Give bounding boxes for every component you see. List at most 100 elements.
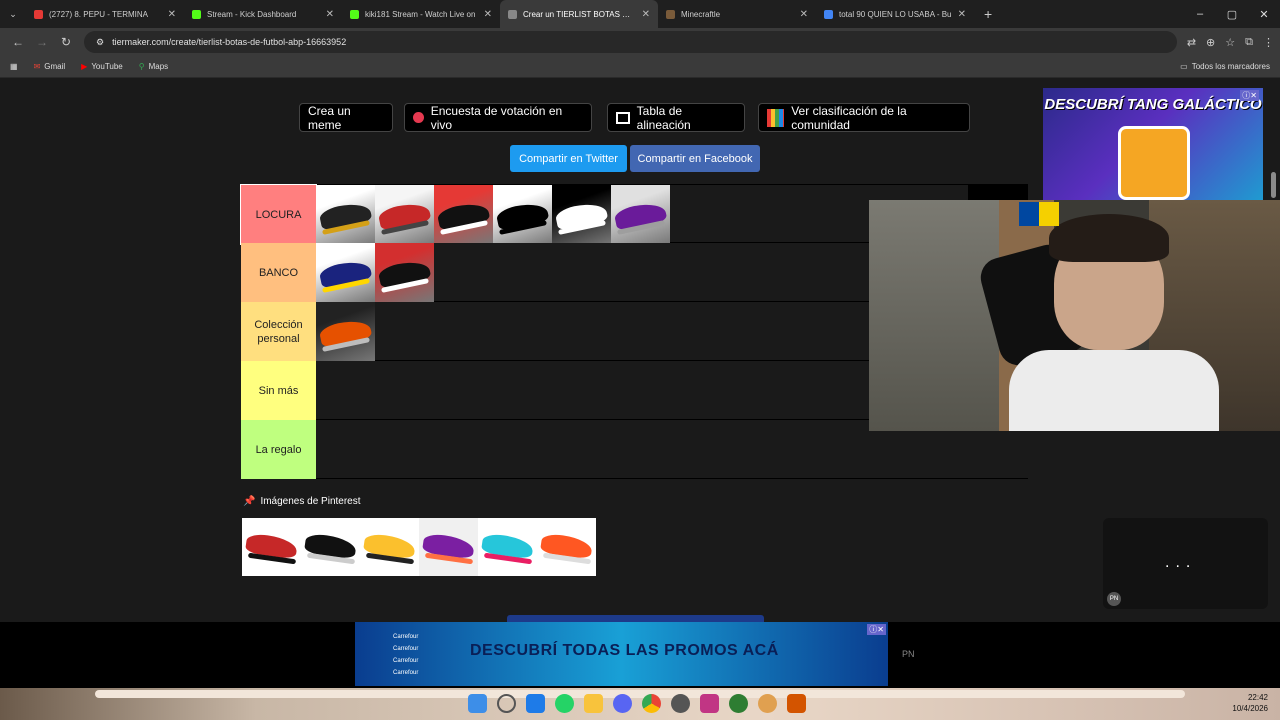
instagram-icon[interactable] [700,694,719,713]
ad-info-icon[interactable]: ⓘ✕ [1240,90,1259,101]
folder-icon: ▭ [1180,62,1188,71]
tab-favicon-icon [350,9,359,19]
site-info-icon[interactable]: ⚙ [96,37,104,48]
pn-badge-icon: PN [1107,592,1121,606]
browser-tab[interactable]: (2727) 8. PEPU - TERMINA ✕ [26,0,184,28]
shoe-image[interactable] [434,185,493,244]
loading-dots: ... [1165,554,1197,571]
streamer-hair [1049,214,1169,262]
scrollbar-thumb[interactable] [1271,172,1276,198]
browser-tab[interactable]: Stream - Kick Dashboard ✕ [184,0,342,28]
discord-icon[interactable] [613,694,632,713]
url-text: tiermaker.com/create/tierlist-botas-de-f… [112,37,347,47]
tier-label[interactable]: La regalo [241,420,316,479]
tier-label[interactable]: LOCURA [240,184,317,245]
shoe-image[interactable] [375,243,434,302]
forward-icon[interactable]: → [30,35,54,49]
browser-actions: ⇄ ⊕ ☆ ⧉ ⋮ [1187,36,1274,49]
grid-icon [616,111,630,124]
ad-close-icon[interactable]: ⓘ✕ [867,624,886,635]
translate-icon[interactable]: ⇄ [1187,36,1196,49]
tab-close-icon[interactable]: ✕ [800,9,808,20]
ad-banner-top[interactable]: DESCUBRÍ TANG GALÁCTICO ⓘ✕ [1043,88,1263,200]
extensions-icon[interactable]: ⧉ [1245,36,1253,49]
tab-close-icon[interactable]: ✕ [326,9,334,20]
bookmark-star-icon[interactable]: ☆ [1225,36,1235,49]
clock[interactable]: 22:42 10/4/2026 [1232,692,1268,714]
apps-icon[interactable]: ▦ [10,62,18,71]
pinterest-shoe-image[interactable] [301,518,360,576]
new-tab-button[interactable]: + [984,6,992,22]
shoe-image[interactable] [552,185,611,244]
minimize-icon[interactable]: – [1184,8,1216,20]
navigation-bar: ← → ↻ ⚙ tiermaker.com/create/tierlist-bo… [0,28,1280,56]
pinterest-shoe-image[interactable] [419,518,478,576]
tier-items [316,185,670,244]
shoe-image[interactable] [375,185,434,244]
maximize-icon[interactable]: ▢ [1216,8,1248,21]
share-twitter-button[interactable]: Compartir en Twitter [510,145,627,172]
community-ranking-button[interactable]: Ver clasificación de la comunidad [758,103,970,132]
all-bookmarks[interactable]: ▭ Todos los marcadores [1180,62,1270,71]
tabs: (2727) 8. PEPU - TERMINA ✕ Stream - Kick D… [26,0,974,28]
defender-icon[interactable] [526,694,545,713]
gmail-icon: ✉ [33,62,41,71]
shoe-image[interactable] [316,185,375,244]
tab-favicon-icon [824,9,833,19]
bookmark-youtube[interactable]: ▶ YouTube [81,62,123,71]
pinterest-images [242,518,596,576]
tier-items [316,302,375,361]
back-icon[interactable]: ← [6,35,30,49]
create-meme-button[interactable]: Crea un meme [299,103,393,132]
shoe-image[interactable] [611,185,670,244]
pinterest-shoe-image[interactable] [360,518,419,576]
pinterest-shoe-image[interactable] [537,518,596,576]
maps-icon: ⚲ [138,62,145,71]
lineup-table-button[interactable]: Tabla de alineación [607,103,745,132]
browser-tab[interactable]: total 90 QUIEN LO USABA - Bu ✕ [816,0,974,28]
app-icon-3[interactable] [787,694,806,713]
app-icon-2[interactable] [758,694,777,713]
streamer-shirt [1009,350,1219,431]
load-more-tab[interactable] [507,615,764,622]
bookmark-gmail[interactable]: ✉ Gmail [34,62,66,71]
file-explorer-icon[interactable] [584,694,603,713]
tab-close-icon[interactable]: ✕ [642,9,650,20]
tab-title: (2727) 8. PEPU - TERMINA [49,9,148,19]
tab-close-icon[interactable]: ✕ [958,9,966,20]
live-poll-button[interactable]: Encuesta de votación en vivo [404,103,592,132]
share-facebook-button[interactable]: Compartir en Facebook [630,145,760,172]
start-icon[interactable] [468,694,487,713]
app-icon[interactable] [729,694,748,713]
reload-icon[interactable]: ↻ [54,35,78,49]
zoom-icon[interactable]: ⊕ [1206,36,1215,49]
close-window-icon[interactable]: ✕ [1248,8,1280,21]
webcam-overlay [869,200,1280,431]
tier-label[interactable]: Sin más [241,361,316,420]
menu-icon[interactable]: ⋮ [1263,36,1274,49]
browser-tab[interactable]: Minecraftle ✕ [658,0,816,28]
tab-search-icon[interactable]: ⌄ [0,9,26,20]
shoe-image[interactable] [316,302,375,361]
tab-title: total 90 QUIEN LO USABA - Bu [839,9,952,19]
address-bar[interactable]: ⚙ tiermaker.com/create/tierlist-botas-de… [84,31,1177,53]
tab-close-icon[interactable]: ✕ [168,9,176,20]
chrome-icon[interactable] [642,694,661,713]
tier-label[interactable]: Colección personal [241,302,316,361]
tab-favicon-icon [666,9,675,19]
pinterest-shoe-image[interactable] [478,518,537,576]
shoe-image[interactable] [316,243,375,302]
ad-banner-bottom[interactable]: Carrefour Carrefour Carrefour Carrefour … [355,622,888,686]
whatsapp-icon[interactable] [555,694,574,713]
pinterest-shoe-image[interactable] [242,518,301,576]
tab-favicon-icon [192,9,201,19]
tier-label[interactable]: BANCO [241,243,316,302]
bookmark-maps[interactable]: ⚲ Maps [139,62,168,71]
tab-close-icon[interactable]: ✕ [484,9,492,20]
youtube-icon: ▶ [81,62,88,71]
shoe-image[interactable] [493,185,552,244]
settings-icon[interactable] [671,694,690,713]
browser-tab[interactable]: Crear un TIERLIST BOTAS DE FU ✕ [500,0,658,28]
browser-tab[interactable]: kiki181 Stream - Watch Live on ✕ [342,0,500,28]
search-icon[interactable] [497,694,516,713]
